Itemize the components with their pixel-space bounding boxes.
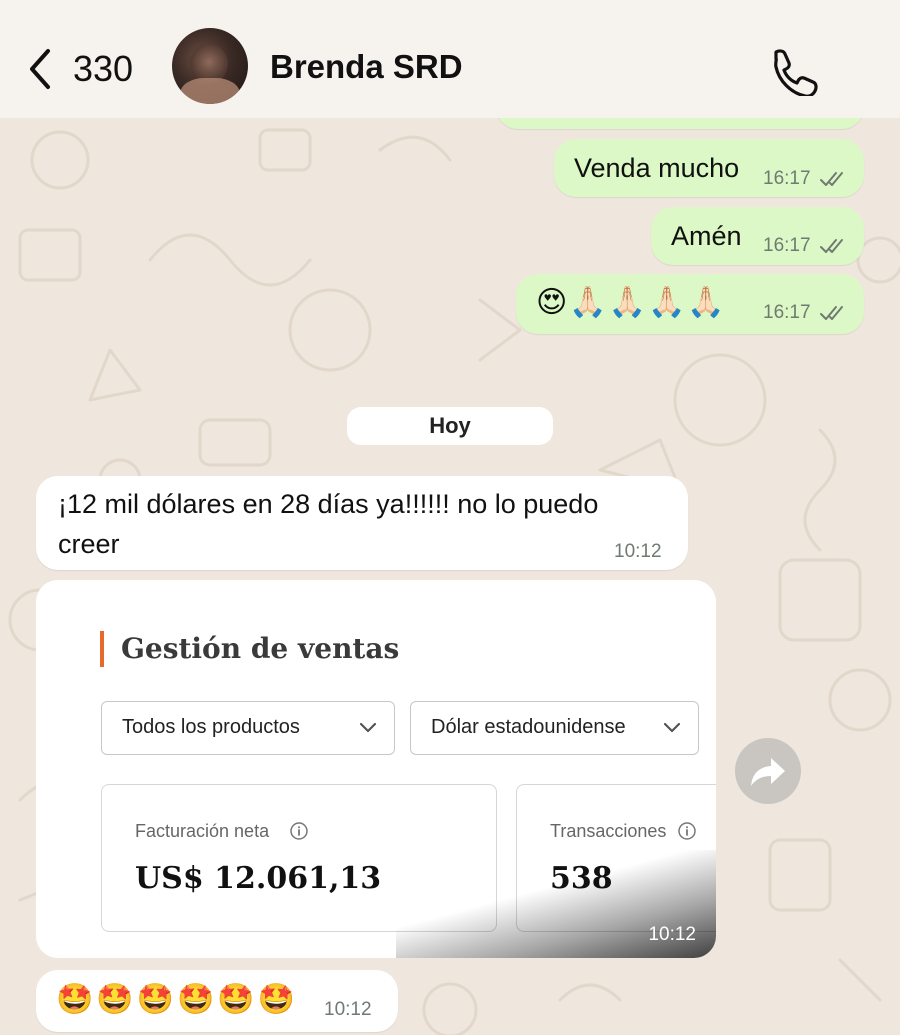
message-time: 10:12	[324, 999, 372, 1020]
message-bubble-incoming[interactable]: ¡12 mil dólares en 28 días ya!!!!!! no l…	[36, 476, 688, 570]
date-separator: Hoy	[347, 407, 553, 445]
emoji-message-text: 😍🙏🏻🙏🏻🙏🏻🙏🏻	[536, 285, 727, 320]
message-text-line1: ¡12 mil dólares en 28 días ya!!!!!! no l…	[58, 489, 599, 519]
message-bubble-incoming[interactable]: 🤩🤩🤩🤩🤩🤩 10:12	[36, 970, 398, 1032]
avatar[interactable]	[172, 28, 248, 104]
net-revenue-value: US$ 12.061,13	[135, 861, 382, 896]
chevron-left-icon	[30, 49, 50, 89]
message-bubble[interactable]: 😍🙏🏻🙏🏻🙏🏻🙏🏻 16:17	[516, 274, 864, 334]
message-time: 10:12	[614, 541, 662, 562]
info-icon	[678, 822, 696, 840]
contact-name[interactable]: Brenda SRD	[270, 48, 463, 86]
net-revenue-label: Facturación neta	[135, 821, 270, 841]
products-select-value: Todos los productos	[122, 716, 300, 738]
chevron-down-icon	[359, 722, 377, 733]
message-time: 10:12	[648, 924, 696, 945]
card-title: Gestión de ventas	[121, 632, 400, 665]
message-time: 16:17	[763, 235, 811, 256]
unread-count[interactable]: 330	[73, 48, 133, 90]
read-receipt-icon	[820, 239, 843, 253]
message-text: Amén	[671, 221, 742, 251]
emoji-message-text: 🤩🤩🤩🤩🤩🤩	[56, 982, 299, 1017]
message-time: 16:17	[763, 302, 811, 323]
call-button[interactable]	[766, 44, 818, 98]
accent-bar	[100, 631, 104, 667]
read-receipt-icon	[820, 172, 843, 186]
phone-icon	[774, 49, 818, 98]
forward-button[interactable]	[735, 738, 801, 804]
info-icon	[290, 822, 308, 840]
transactions-label: Transacciones	[550, 821, 667, 841]
message-bubble[interactable]: Venda mucho 16:17	[554, 139, 864, 197]
message-time: 16:17	[763, 168, 811, 189]
chevron-down-icon	[663, 722, 681, 733]
forward-arrow-icon	[751, 758, 785, 786]
back-button[interactable]	[22, 44, 62, 94]
currency-select-value: Dólar estadounidense	[431, 716, 626, 738]
message-bubble[interactable]: Amén 16:17	[651, 207, 864, 265]
products-select: Todos los productos	[101, 701, 395, 755]
image-message-sales-screenshot[interactable]: Gestión de ventas Todos los productos Dó…	[36, 580, 716, 958]
message-text-line2: creer	[58, 529, 120, 559]
message-text: Venda mucho	[574, 153, 740, 183]
currency-select: Dólar estadounidense	[410, 701, 699, 755]
chat-header: 330 Brenda SRD	[0, 0, 900, 118]
read-receipt-icon	[820, 306, 843, 320]
